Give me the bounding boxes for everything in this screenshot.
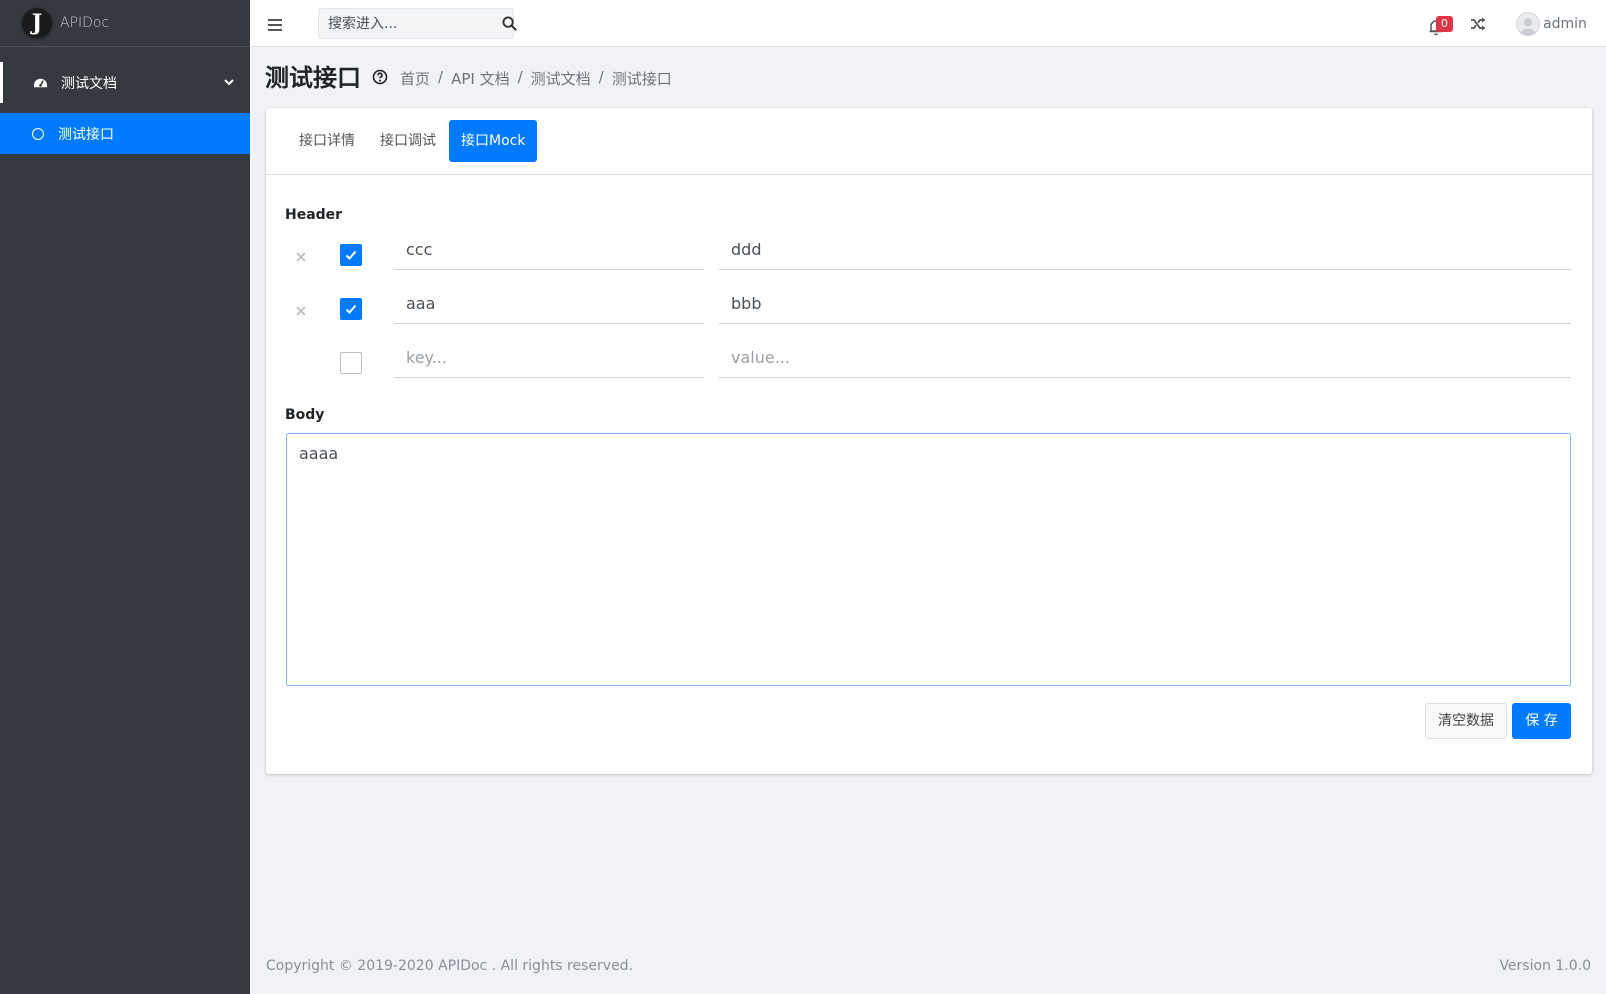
search-box [318, 8, 517, 39]
tab-api-mock[interactable]: 接口Mock [449, 120, 538, 162]
check-icon [345, 304, 357, 314]
header-row-checkbox[interactable] [340, 352, 362, 374]
breadcrumb-home[interactable]: 首页 [400, 68, 430, 89]
footer-copyright: Copyright © 2019-2020 APIDoc . All right… [266, 958, 634, 974]
body-textarea[interactable]: aaaa [286, 433, 1571, 686]
sidebar-group-test-docs[interactable]: 测试文档 [0, 62, 250, 103]
brand-name: APIDoc [60, 15, 110, 31]
menu-toggle-icon[interactable] [268, 19, 282, 31]
header-section-label: Header [285, 207, 343, 223]
tab-api-details[interactable]: 接口详情 [287, 120, 367, 162]
breadcrumb-current: 测试接口 [611, 70, 672, 88]
search-icon[interactable] [502, 15, 517, 32]
breadcrumb-test-docs[interactable]: 测试文档 [531, 68, 591, 89]
notification-badge: 0 [1436, 16, 1453, 32]
mock-card: 接口详情 接口调试 接口Mock Header Body aaaa 清空数据 保… [266, 108, 1592, 774]
sidebar-group-label: 测试文档 [61, 75, 117, 92]
topbar: 0 admin [250, 0, 1606, 47]
header-key-input[interactable] [394, 338, 704, 378]
shuffle-icon[interactable] [1470, 16, 1486, 32]
remove-row-icon[interactable] [296, 250, 306, 262]
sidebar: J APIDoc 测试文档 测试接口 [0, 0, 250, 994]
header-value-input[interactable] [719, 230, 1571, 270]
page-title: 测试接口 [265, 64, 361, 92]
question-circle-icon[interactable] [372, 69, 388, 85]
header-key-input[interactable] [394, 230, 704, 270]
header-row-checkbox[interactable] [340, 244, 362, 266]
brand[interactable]: J APIDoc [0, 0, 250, 47]
header-row-checkbox[interactable] [340, 298, 362, 320]
check-icon [345, 250, 357, 260]
user-menu[interactable]: admin [1516, 12, 1587, 36]
body-section-label: Body [285, 407, 325, 423]
breadcrumb: 首页 / API 文档 / 测试文档 / 测试接口 [400, 68, 672, 89]
chevron-down-icon [222, 75, 236, 89]
header-key-input[interactable] [394, 284, 704, 324]
tab-bar: 接口详情 接口调试 接口Mock [266, 108, 1592, 175]
header-value-input[interactable] [719, 338, 1571, 378]
user-name: admin [1543, 16, 1587, 32]
header-value-input[interactable] [719, 284, 1571, 324]
avatar [1516, 12, 1540, 36]
circle-icon [32, 127, 44, 140]
tachometer-icon [33, 75, 48, 90]
clear-data-button[interactable]: 清空数据 [1425, 703, 1507, 739]
sidebar-item-label: 测试接口 [58, 126, 114, 143]
tab-api-debug[interactable]: 接口调试 [368, 120, 448, 162]
breadcrumb-api-docs[interactable]: API 文档 [451, 68, 510, 89]
remove-row-icon[interactable] [296, 304, 306, 316]
footer-version: Version 1.0.0 [1499, 958, 1591, 974]
brand-logo: J [22, 8, 52, 38]
sidebar-item-test-api[interactable]: 测试接口 [0, 113, 250, 154]
search-input[interactable] [319, 9, 502, 38]
save-button[interactable]: 保 存 [1512, 703, 1571, 739]
